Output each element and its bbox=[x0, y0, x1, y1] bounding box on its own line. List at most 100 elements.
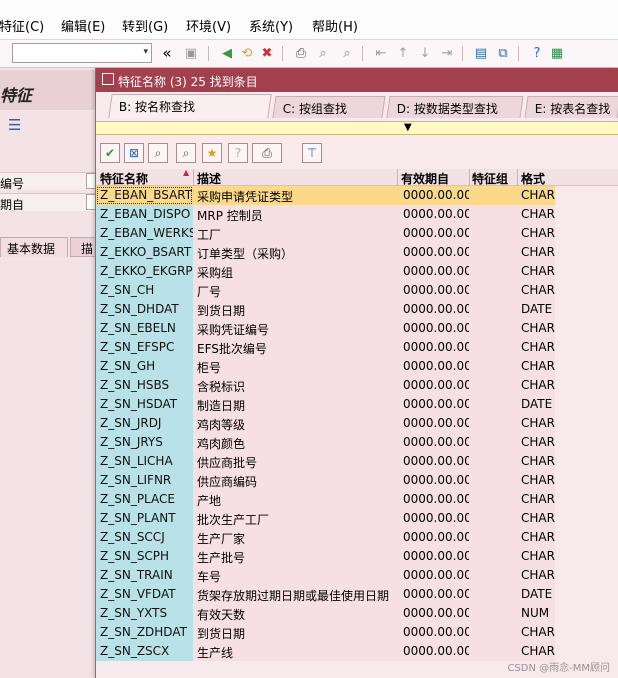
command-field[interactable]: ▾ bbox=[12, 43, 152, 63]
cell-description: 订单类型（采购） bbox=[193, 243, 397, 262]
back-icon[interactable]: ◀ bbox=[218, 44, 236, 62]
table-row[interactable]: Z_SN_DHDAT 到货日期 0000.00.00 DATE bbox=[96, 300, 618, 319]
find-icon[interactable]: ⌕ bbox=[148, 143, 168, 163]
col-header-description[interactable]: 描述 bbox=[197, 170, 221, 187]
cell-format: CHAR bbox=[517, 547, 555, 566]
save-icon[interactable]: ▣ bbox=[182, 44, 200, 62]
filter-icon[interactable]: ⊤ bbox=[302, 143, 322, 163]
table-row[interactable]: Z_EBAN_WERKS 工厂 0000.00.00 CHAR bbox=[96, 224, 618, 243]
table-row[interactable]: Z_SN_PLACE 产地 0000.00.00 CHAR bbox=[96, 490, 618, 509]
cell-valid-from: 0000.00.00 bbox=[397, 357, 472, 376]
table-row[interactable]: Z_SN_HSDAT 制造日期 0000.00.00 DATE bbox=[96, 395, 618, 414]
toolbar-separator bbox=[362, 46, 363, 61]
layout-icon[interactable]: ▦ bbox=[548, 44, 566, 62]
table-row[interactable]: Z_SN_JRYS 鸡肉颜色 0000.00.00 CHAR bbox=[96, 433, 618, 452]
tab-basic-data[interactable]: 基本数据 bbox=[0, 237, 68, 257]
table-row[interactable]: Z_EKKO_BSART 订单类型（采购） 0000.00.00 CHAR bbox=[96, 243, 618, 262]
find-next-icon[interactable]: ⌕ bbox=[338, 44, 356, 62]
first-page-icon[interactable]: ⇤ bbox=[372, 44, 390, 62]
help-icon[interactable]: ? bbox=[528, 44, 546, 62]
tab-search-by-group[interactable]: C: 按组查找 bbox=[272, 96, 386, 118]
table-row[interactable]: Z_SN_TRAIN 车号 0000.00.00 CHAR bbox=[96, 566, 618, 585]
cell-name: Z_SN_JRYS bbox=[96, 433, 193, 452]
cell-name: Z_SN_EBELN bbox=[96, 319, 193, 338]
dialog-titlebar[interactable]: 特征名称 (3) 25 找到条目 bbox=[96, 68, 618, 92]
cell-format: CHAR bbox=[517, 357, 555, 376]
table-row[interactable]: Z_SN_YXTS 有效天数 0000.00.00 NUM bbox=[96, 604, 618, 623]
col-header-format[interactable]: 格式 bbox=[521, 170, 545, 187]
table-row[interactable]: Z_SN_GH 柜号 0000.00.00 CHAR bbox=[96, 357, 618, 376]
toolbar-separator bbox=[518, 46, 519, 61]
menu-edit[interactable]: 编辑(E) bbox=[61, 16, 105, 35]
cell-valid-from: 0000.00.00 bbox=[397, 205, 472, 224]
restriction-bar[interactable]: ▼ bbox=[96, 121, 618, 135]
tab-search-by-name[interactable]: B: 按名称查找 bbox=[108, 94, 272, 118]
create-session-icon[interactable]: ▤ bbox=[472, 44, 490, 62]
table-row[interactable]: Z_SN_JRDJ 鸡肉等级 0000.00.00 CHAR bbox=[96, 414, 618, 433]
cell-valid-from: 0000.00.00 bbox=[397, 281, 472, 300]
last-page-icon[interactable]: ⇥ bbox=[438, 44, 456, 62]
tab-search-by-table[interactable]: E: 按表名查找 bbox=[524, 96, 618, 118]
menu-system[interactable]: 系统(Y) bbox=[249, 16, 293, 35]
cell-format: CHAR bbox=[517, 205, 555, 224]
cell-description: 生产厂家 bbox=[193, 528, 397, 547]
cell-description: 供应商批号 bbox=[193, 452, 397, 471]
cell-name: Z_SN_VFDAT bbox=[96, 585, 193, 604]
table-row[interactable]: Z_SN_PLANT 批次生产工厂 0000.00.00 CHAR bbox=[96, 509, 618, 528]
cell-valid-from: 0000.00.00 bbox=[397, 414, 472, 433]
collapse-icon[interactable]: « bbox=[160, 44, 174, 62]
table-row[interactable]: Z_SN_SCCJ 生产厂家 0000.00.00 CHAR bbox=[96, 528, 618, 547]
find-next-icon[interactable]: ⌕ bbox=[176, 143, 196, 163]
table-row[interactable]: Z_SN_SCPH 生产批号 0000.00.00 CHAR bbox=[96, 547, 618, 566]
col-header-name[interactable]: 特征名称 bbox=[100, 170, 148, 187]
menu-goto[interactable]: 转到(G) bbox=[122, 16, 168, 35]
cell-name: Z_SN_YXTS bbox=[96, 604, 193, 623]
prev-page-icon[interactable]: ↑ bbox=[394, 44, 412, 62]
table-row[interactable]: Z_SN_EFSPC EFS批次编号 0000.00.00 CHAR bbox=[96, 338, 618, 357]
table-row[interactable]: Z_SN_CH 厂号 0000.00.00 CHAR bbox=[96, 281, 618, 300]
cell-format: CHAR bbox=[517, 623, 555, 642]
table-row[interactable]: Z_EKKO_EKGRP 采购组 0000.00.00 CHAR bbox=[96, 262, 618, 281]
cell-group bbox=[469, 281, 517, 300]
exit-icon[interactable]: ⟲ bbox=[238, 44, 256, 62]
favorite-add-icon[interactable]: ★ bbox=[202, 143, 222, 163]
cell-group bbox=[469, 509, 517, 528]
chevron-down-icon[interactable]: ▾ bbox=[143, 47, 148, 57]
tab-search-by-datatype[interactable]: D: 按数据类型查找 bbox=[386, 96, 524, 118]
table-row[interactable]: Z_EBAN_BSART 采购申请凭证类型 0000.00.00 CHAR bbox=[96, 186, 618, 205]
tab-description[interactable]: 描 bbox=[70, 237, 96, 257]
cell-group bbox=[469, 262, 517, 281]
cell-group bbox=[469, 205, 517, 224]
cell-name: Z_SN_PLACE bbox=[96, 490, 193, 509]
hierarchy-icon[interactable]: ☰ bbox=[8, 116, 21, 134]
table-row[interactable]: Z_SN_LIFNR 供应商编码 0000.00.00 CHAR bbox=[96, 471, 618, 490]
menu-environment[interactable]: 环境(V) bbox=[186, 16, 231, 35]
cell-valid-from: 0000.00.00 bbox=[397, 509, 472, 528]
table-row[interactable]: Z_SN_VFDAT 货架存放期过期日期或最佳使用日期 0000.00.00 DATE bbox=[96, 585, 618, 604]
print-icon[interactable]: ⎙ bbox=[252, 143, 282, 163]
table-row[interactable]: Z_SN_EBELN 采购凭证编号 0000.00.00 CHAR bbox=[96, 319, 618, 338]
table-row[interactable]: Z_SN_LICHA 供应商批号 0000.00.00 CHAR bbox=[96, 452, 618, 471]
cancel-icon[interactable]: ✖ bbox=[258, 44, 276, 62]
cell-description: 厂号 bbox=[193, 281, 397, 300]
expand-marker-icon[interactable]: ▼ bbox=[404, 122, 412, 133]
find-icon[interactable]: ⌕ bbox=[314, 44, 332, 62]
print-icon[interactable]: ⎙ bbox=[292, 44, 310, 62]
table-row[interactable]: Z_SN_HSBS 含税标识 0000.00.00 CHAR bbox=[96, 376, 618, 395]
menu-help[interactable]: 帮助(H) bbox=[312, 16, 358, 35]
cell-description: 采购组 bbox=[193, 262, 397, 281]
watermark: CSDN @雨念-MM顾问 bbox=[507, 663, 610, 674]
col-header-group[interactable]: 特征组 bbox=[472, 170, 508, 187]
cell-format: CHAR bbox=[517, 224, 555, 243]
cell-format: DATE bbox=[517, 395, 555, 414]
table-row[interactable]: Z_SN_ZDHDAT 到货日期 0000.00.00 CHAR bbox=[96, 623, 618, 642]
next-page-icon[interactable]: ↓ bbox=[416, 44, 434, 62]
cancel-icon[interactable]: ⊠ bbox=[124, 143, 144, 163]
confirm-icon[interactable]: ✔ bbox=[100, 143, 120, 163]
info-icon[interactable]: ? bbox=[228, 143, 248, 163]
col-header-valid-from[interactable]: 有效期自 bbox=[401, 170, 449, 187]
shortcut-icon[interactable]: ⧉ bbox=[494, 44, 512, 62]
cell-group bbox=[469, 452, 517, 471]
table-row[interactable]: Z_EBAN_DISPO MRP 控制员 0000.00.00 CHAR bbox=[96, 205, 618, 224]
menu-characteristic[interactable]: 特征(C) bbox=[0, 16, 44, 35]
